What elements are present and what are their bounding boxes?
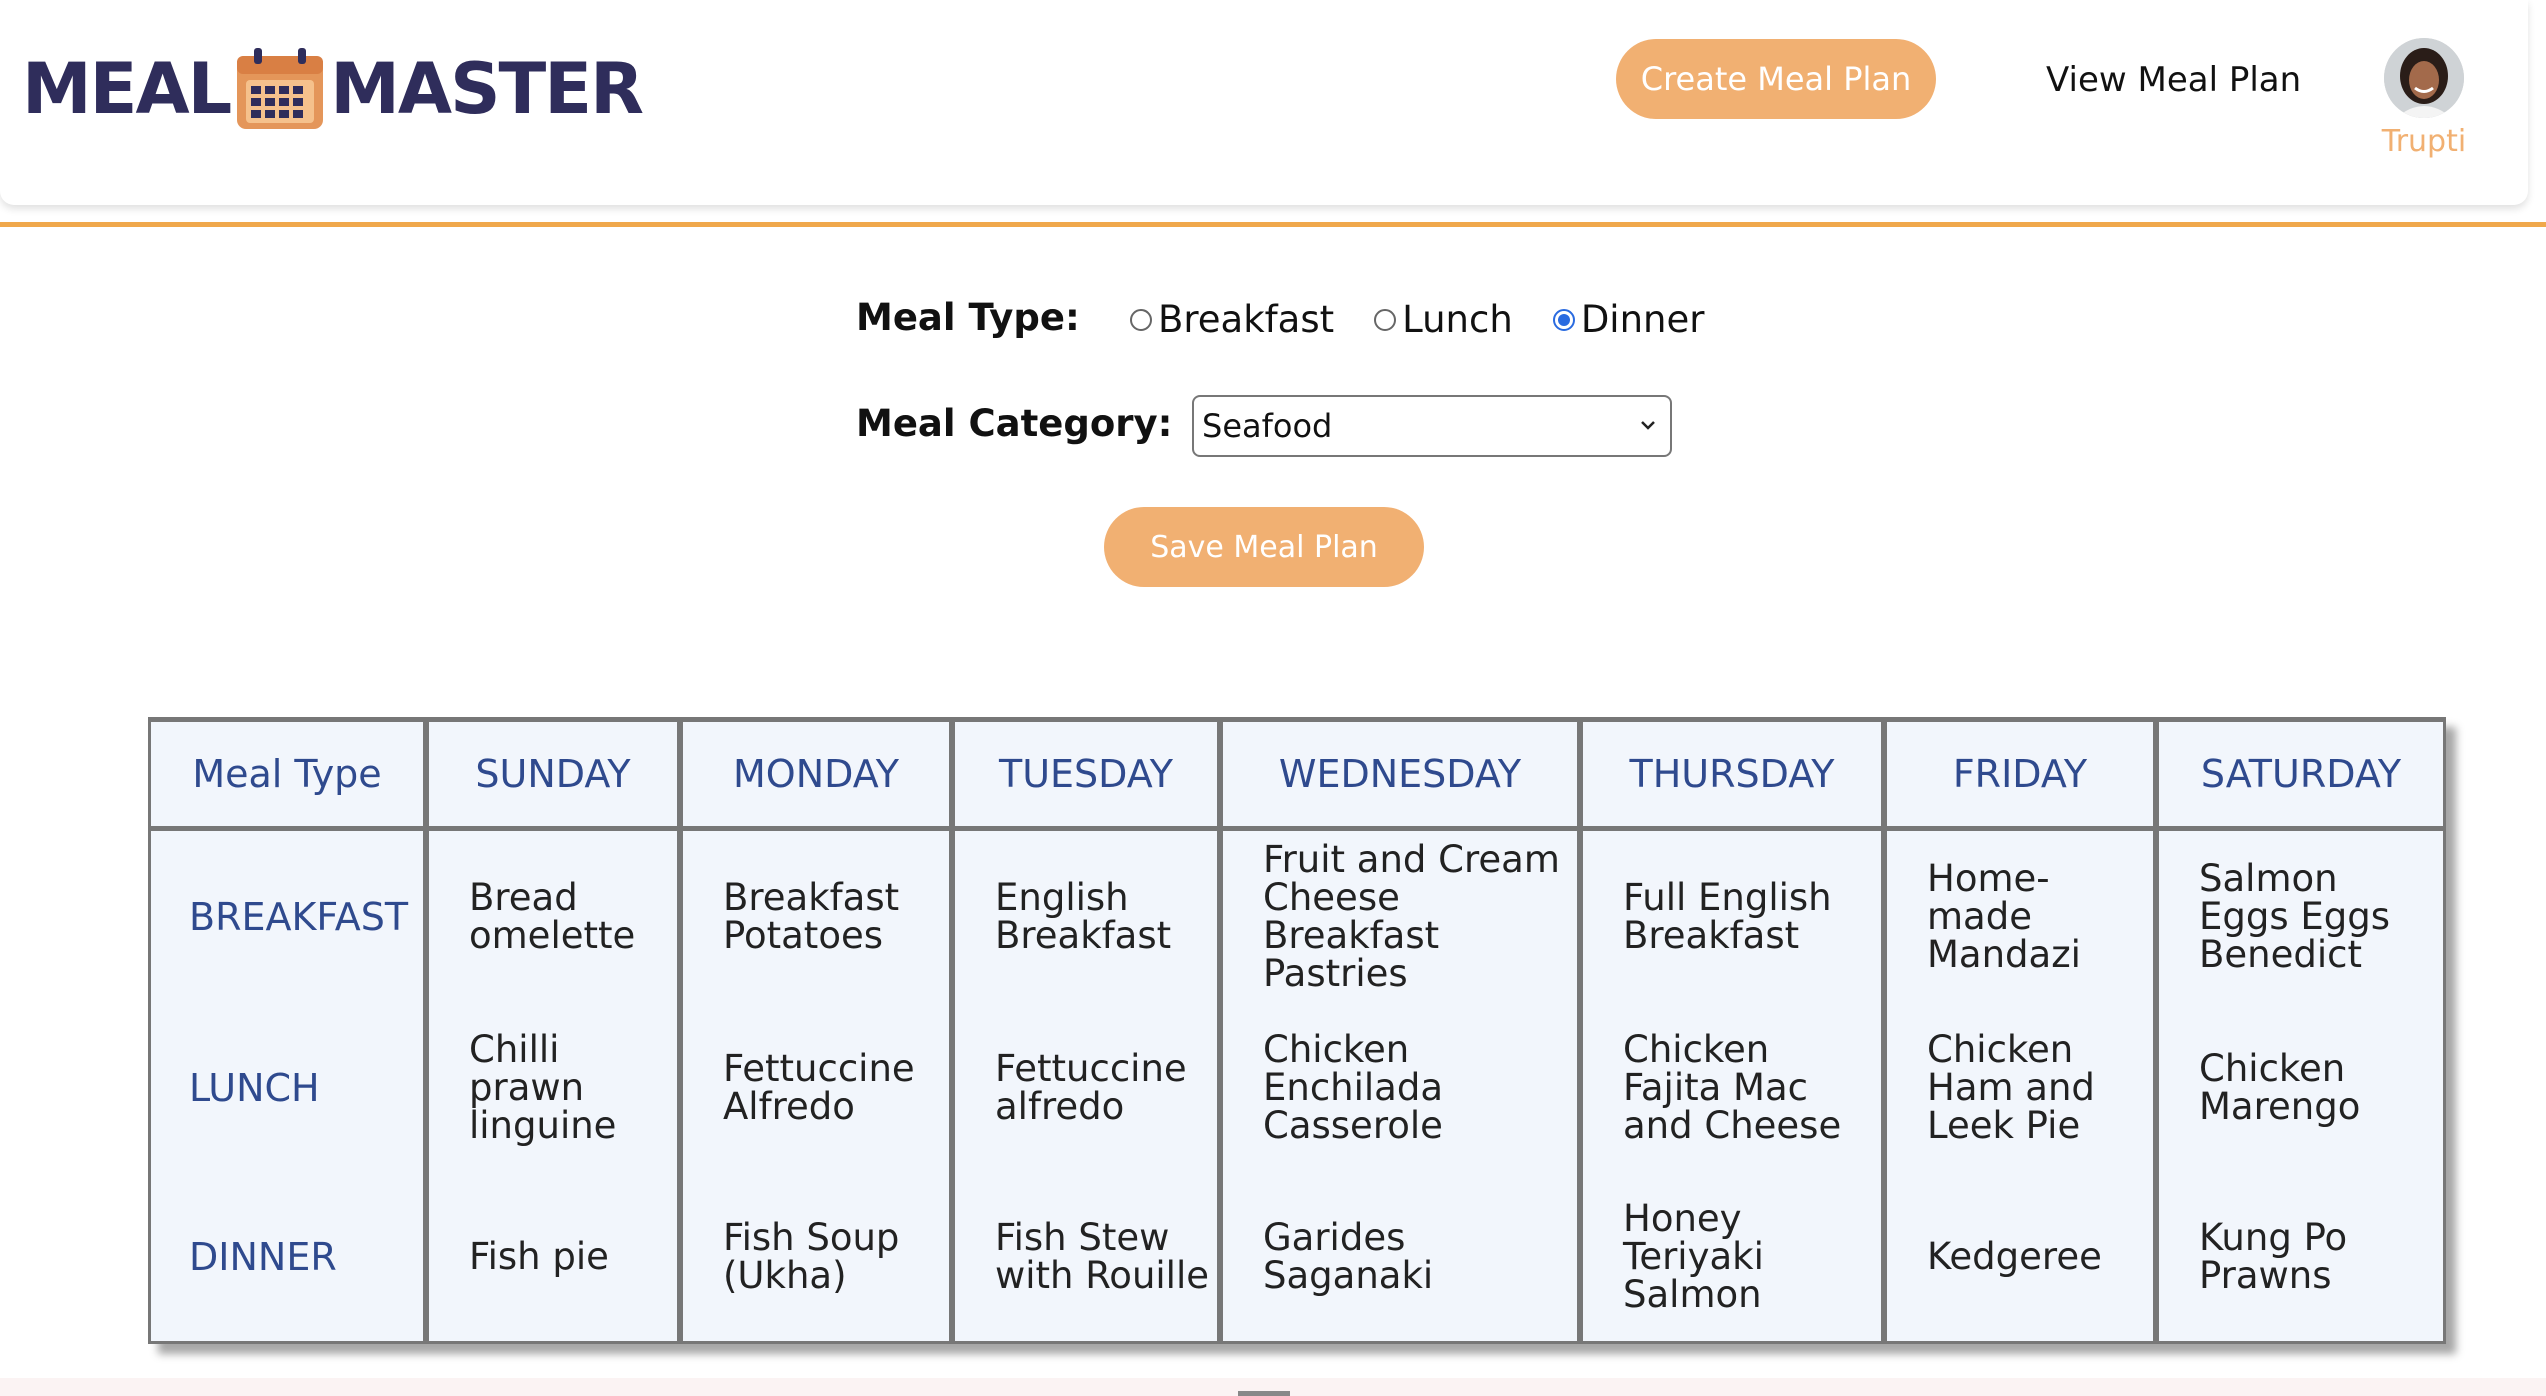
table-cell: Honey Teriyaki Salmon [1580, 1173, 1884, 1344]
table-cell: Kung Po Prawns [2156, 1173, 2446, 1344]
header-sunday: SUNDAY [426, 717, 680, 831]
header-wednesday: WEDNESDAY [1220, 717, 1580, 831]
meal-type-label: Meal Type: [856, 296, 1080, 339]
table-cell: Chicken Fajita Mac and Cheese [1580, 1002, 1884, 1173]
table-cell: Breakfast Potatoes [680, 831, 952, 1002]
table-cell: Kedgeree [1884, 1173, 2156, 1344]
header-meal-type: Meal Type [148, 717, 426, 831]
radio-breakfast[interactable] [1130, 308, 1152, 331]
avatar[interactable] [2384, 38, 2464, 118]
table-cell: Fruit and Cream Cheese Breakfast Pastrie… [1220, 831, 1580, 1002]
logo-text-left: MEAL [22, 48, 232, 130]
header-thursday: THURSDAY [1580, 717, 1884, 831]
table-row-dinner: DINNER Fish pie Fish Soup (Ukha) Fish St… [148, 1173, 2446, 1344]
logo[interactable]: MEAL MASTER [22, 44, 644, 134]
header-monday: MONDAY [680, 717, 952, 831]
table-cell: Chicken Enchilada Casserole [1220, 1002, 1580, 1173]
radio-option-lunch[interactable]: Lunch [1374, 298, 1513, 341]
table-cell: Full English Breakfast [1580, 831, 1884, 1002]
table-cell: Fish Soup (Ukha) [680, 1173, 952, 1344]
radio-dinner[interactable] [1552, 308, 1575, 331]
user-photo-icon [2384, 38, 2464, 118]
chevron-down-icon [1641, 421, 1655, 430]
header-friday: FRIDAY [1884, 717, 2156, 831]
meal-type-radio-group: Breakfast Lunch Dinner [1130, 298, 1744, 341]
row-label-lunch: LUNCH [148, 1002, 426, 1173]
save-meal-plan-button[interactable]: Save Meal Plan [1104, 507, 1424, 587]
radio-label-breakfast: Breakfast [1158, 298, 1335, 341]
row-label-dinner: DINNER [148, 1173, 426, 1344]
user-name: Trupti [2381, 124, 2467, 159]
table-row-lunch: LUNCH Chilli prawn linguine Fettuccine A… [148, 1002, 2446, 1173]
radio-label-lunch: Lunch [1402, 298, 1513, 341]
logo-text-right: MASTER [330, 48, 644, 130]
table-cell: Bread omelette [426, 831, 680, 1002]
radio-option-breakfast[interactable]: Breakfast [1130, 298, 1334, 341]
table-cell: English Breakfast [952, 831, 1220, 1002]
table-cell: Fettuccine alfredo [952, 1002, 1220, 1173]
table-cell: Chicken Marengo [2156, 1002, 2446, 1173]
meal-plan-table: Meal Type SUNDAY MONDAY TUESDAY WEDNESDA… [148, 717, 2446, 1344]
radio-label-dinner: Dinner [1580, 298, 1705, 341]
radio-option-dinner[interactable]: Dinner [1552, 298, 1705, 341]
table-cell: Home-made Mandazi [1884, 831, 2156, 1002]
header-saturday: SATURDAY [2156, 717, 2446, 831]
table-row-breakfast: BREAKFAST Bread omelette Breakfast Potat… [148, 831, 2446, 1002]
table-cell: Fish Stew with Rouille [952, 1173, 1220, 1344]
table-cell: Salmon Eggs Eggs Benedict [2156, 831, 2446, 1002]
scrollbar-handle[interactable] [1238, 1391, 1290, 1396]
table-cell: Fish pie [426, 1173, 680, 1344]
table-cell: Chicken Ham and Leek Pie [1884, 1002, 2156, 1173]
meal-category-label: Meal Category: [856, 402, 1173, 445]
create-meal-plan-button[interactable]: Create Meal Plan [1616, 39, 1936, 119]
header-tuesday: TUESDAY [952, 717, 1220, 831]
view-meal-plan-link[interactable]: View Meal Plan [2046, 58, 2301, 102]
table-cell: Fettuccine Alfredo [680, 1002, 952, 1173]
top-nav: MEAL MASTER Create Meal Plan View Meal P… [0, 0, 2528, 205]
header-divider [0, 222, 2546, 227]
meal-category-select[interactable]: Seafood [1192, 395, 1672, 457]
meal-category-value: Seafood [1202, 407, 1333, 445]
calendar-icon [237, 48, 324, 129]
radio-lunch[interactable] [1374, 308, 1397, 331]
table-header-row: Meal Type SUNDAY MONDAY TUESDAY WEDNESDA… [148, 717, 2446, 831]
table-cell: Garides Saganaki [1220, 1173, 1580, 1344]
table-cell: Chilli prawn linguine [426, 1002, 680, 1173]
row-label-breakfast: BREAKFAST [148, 831, 426, 1002]
